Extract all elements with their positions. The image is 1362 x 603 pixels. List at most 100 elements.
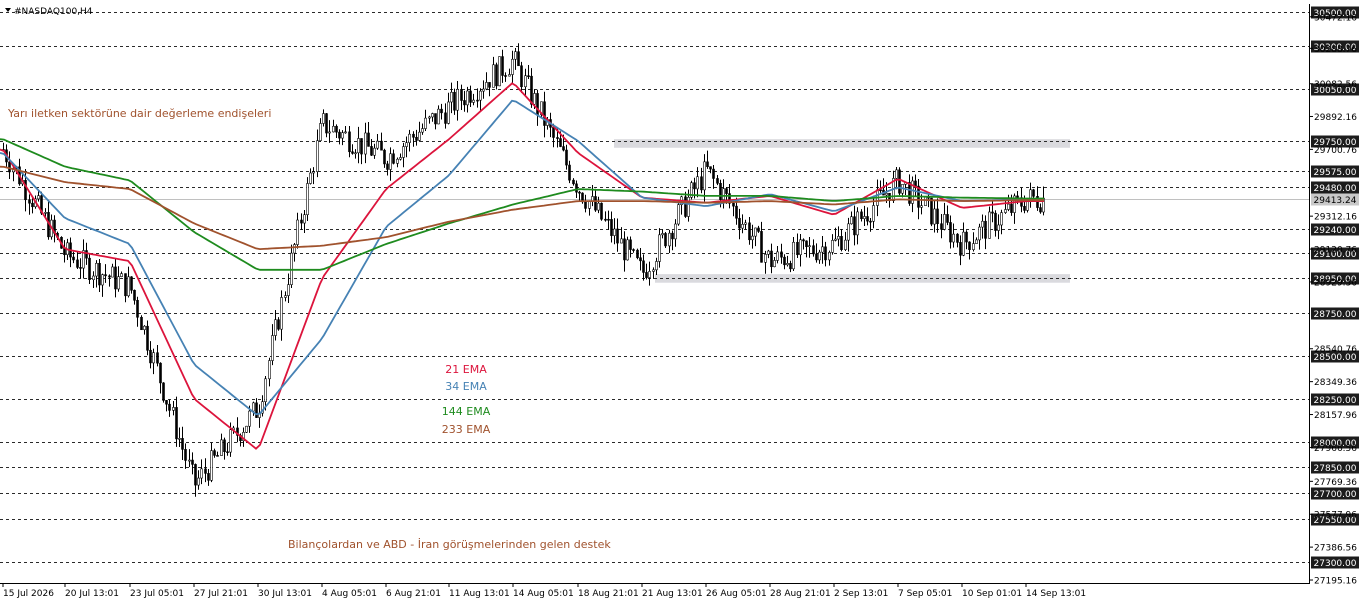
candle-body: [108, 275, 111, 278]
candle-body: [767, 250, 770, 255]
candle-body: [136, 299, 139, 318]
candle-body: [264, 378, 267, 402]
candle-body: [220, 439, 223, 456]
candle-body: [607, 218, 610, 221]
candle-body: [140, 316, 143, 331]
candle-body: [127, 276, 130, 297]
candle-body: [396, 158, 399, 164]
candle-body: [338, 131, 341, 139]
candle-body: [725, 188, 728, 194]
candle-body: [85, 250, 88, 259]
candle-body: [245, 425, 248, 433]
candle-body: [652, 269, 655, 272]
candle-body: [991, 211, 994, 214]
candle-body: [1023, 205, 1026, 211]
candle-body: [380, 140, 383, 151]
candle-body: [1016, 195, 1019, 198]
candle-body: [741, 224, 744, 229]
price-tick-label: 27386.56: [1314, 544, 1357, 554]
level-label: 29575.00: [1314, 168, 1357, 178]
candle-body: [789, 263, 792, 270]
time-tick-label: 18 Aug 21:01: [578, 589, 639, 599]
candle-body: [453, 91, 456, 111]
candle-body: [597, 202, 600, 211]
candle-body: [1004, 209, 1007, 213]
time-tick-label: 28 Aug 21:01: [770, 589, 831, 599]
candle-body: [485, 82, 488, 90]
candle-body: [213, 450, 216, 456]
price-tick-label: 29120.76: [1314, 246, 1357, 256]
time-tick-label: 20 Jul 13:01: [65, 589, 119, 599]
candle-body: [764, 254, 767, 263]
candle-body: [216, 455, 219, 457]
candle-body: [290, 252, 293, 285]
candle-body: [492, 64, 495, 88]
candle-body: [280, 297, 283, 330]
candle-body: [405, 142, 408, 147]
price-tick-label: 29700.76: [1314, 146, 1357, 156]
candle-body: [204, 468, 207, 474]
candle-body: [668, 232, 671, 247]
legend-label: 34 EMA: [445, 380, 487, 393]
candle-body: [885, 192, 888, 196]
candle-body: [773, 260, 776, 268]
candle-body: [325, 113, 328, 134]
candle-body: [95, 262, 98, 277]
candle-body: [328, 131, 331, 134]
candle-body: [559, 138, 562, 147]
candle-body: [482, 88, 485, 92]
candle-body: [664, 233, 667, 247]
time-tick-label: 4 Aug 05:01: [322, 589, 377, 599]
candle-body: [76, 259, 79, 268]
symbol-label: #NASDAQ100,H4: [14, 7, 93, 17]
candle-body: [460, 88, 463, 101]
candle-body: [687, 196, 690, 217]
candle-body: [370, 146, 373, 156]
time-tick-label: 23 Jul 05:01: [130, 589, 184, 599]
candle-body: [968, 241, 971, 250]
candle-body: [498, 56, 501, 87]
candle-body: [376, 140, 379, 149]
candle-body: [837, 236, 840, 240]
candle-body: [828, 252, 831, 261]
candle-body: [300, 219, 303, 224]
candle-body: [844, 239, 847, 250]
candle-body: [610, 219, 613, 236]
candle-body: [821, 246, 824, 253]
candle-body: [495, 64, 498, 87]
candle-body: [463, 100, 466, 106]
candle-body: [424, 117, 427, 129]
candle-body: [143, 325, 146, 331]
level-label: 28250.00: [1314, 396, 1357, 406]
candle-body: [79, 267, 82, 269]
candle-body: [744, 222, 747, 225]
candle-body: [386, 163, 389, 170]
candle-body: [655, 261, 658, 271]
candle-body: [604, 218, 607, 221]
candle-body: [972, 243, 975, 250]
candle-body: [98, 262, 101, 286]
time-tick-label: 27 Jul 21:01: [194, 589, 248, 599]
candle-body: [226, 451, 229, 453]
candle-body: [146, 325, 149, 351]
candle-body: [210, 450, 213, 481]
candle-body: [501, 56, 504, 76]
candle-body: [168, 403, 171, 411]
price-chart[interactable]: 30500.0030300.0030050.0029750.0029575.00…: [0, 0, 1362, 603]
level-label: 27300.00: [1314, 559, 1357, 569]
candle-body: [149, 349, 152, 364]
time-tick-label: 14 Aug 05:01: [513, 589, 574, 599]
zone-rect: [614, 139, 1070, 148]
candle-body: [802, 239, 805, 242]
candle-body: [444, 112, 447, 124]
candle-body: [588, 200, 591, 209]
candle-body: [274, 319, 277, 336]
candle-body: [184, 449, 187, 461]
symbol-header[interactable]: #NASDAQ100,H4: [5, 7, 93, 17]
candle-body: [111, 266, 114, 278]
candle-body: [895, 169, 898, 179]
price-tick-label: 29892.16: [1314, 113, 1357, 123]
candle-body: [632, 249, 635, 251]
candle-body: [1007, 203, 1010, 210]
candle-body: [194, 464, 197, 486]
